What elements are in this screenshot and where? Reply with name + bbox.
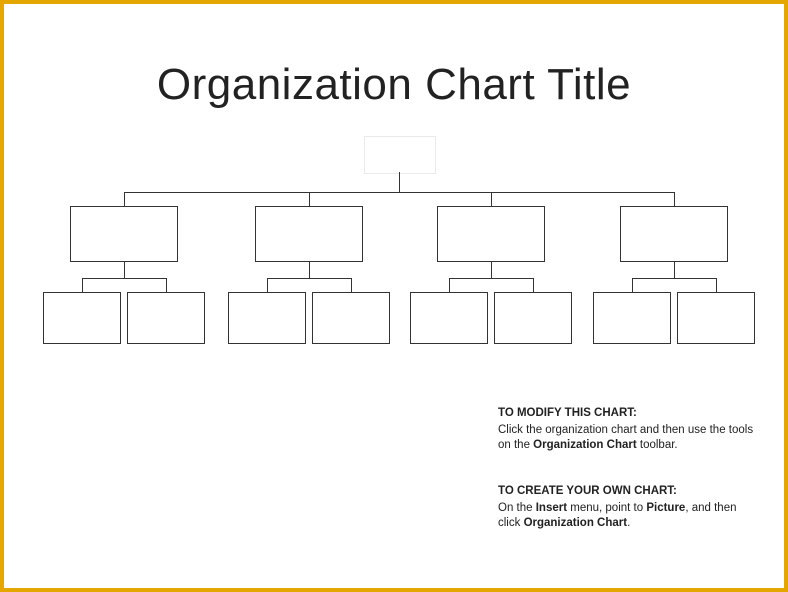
instruction-heading: TO CREATE YOUR OWN CHART: [498,484,756,500]
org-node-leaf[interactable] [312,292,390,344]
slide-frame: Organization Chart Title [0,0,788,592]
connector [632,278,633,292]
org-node-mid[interactable] [437,206,545,262]
connector [82,278,166,279]
instruction-bold: Insert [536,502,567,514]
connector [716,278,717,292]
org-node-leaf[interactable] [593,292,671,344]
connector [632,278,716,279]
org-node-leaf[interactable] [228,292,306,344]
instruction-modify: TO MODIFY THIS CHART: Click the organiza… [498,406,756,454]
connector [449,278,450,292]
connector [166,278,167,292]
org-node-leaf[interactable] [127,292,205,344]
connector [267,278,268,292]
connector [82,278,83,292]
connector [399,172,400,192]
org-node-leaf[interactable] [410,292,488,344]
connector [124,192,674,193]
chart-title: Organization Chart Title [4,60,784,110]
org-node-mid[interactable] [620,206,728,262]
instruction-text: menu, point to [567,502,646,514]
connector [674,262,675,278]
connector [267,278,351,279]
instruction-bold: Organization Chart [533,439,637,451]
org-node-mid[interactable] [255,206,363,262]
connector [449,278,533,279]
connector [491,262,492,278]
instruction-text: . [627,517,630,529]
org-node-root[interactable] [364,136,436,174]
connector [124,192,125,206]
instruction-bold: Picture [646,502,685,514]
connector [491,192,492,206]
instruction-text: toolbar. [637,439,678,451]
instruction-bold: Organization Chart [524,517,628,529]
instruction-text: On the [498,502,536,514]
org-node-mid[interactable] [70,206,178,262]
org-node-leaf[interactable] [677,292,755,344]
instruction-heading: TO MODIFY THIS CHART: [498,406,756,422]
org-node-leaf[interactable] [494,292,572,344]
connector [124,262,125,278]
connector [351,278,352,292]
instruction-create: TO CREATE YOUR OWN CHART: On the Insert … [498,484,756,532]
connector [309,192,310,206]
connector [674,192,675,206]
org-node-leaf[interactable] [43,292,121,344]
connector [309,262,310,278]
connector [533,278,534,292]
